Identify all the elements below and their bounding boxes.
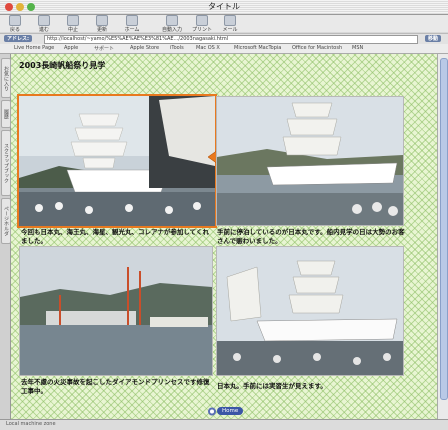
back-arrow-icon (9, 15, 21, 26)
photo-frame-1 (17, 94, 217, 228)
photo-caption-4: 日本丸。手前には実習生が見えます。 (217, 382, 327, 390)
tab-favorites[interactable]: お気に入り (1, 58, 11, 98)
sailing-ship-photo-1[interactable] (19, 96, 215, 226)
window-title: タイトル (208, 2, 240, 11)
favorite-link[interactable]: Apple Store (130, 45, 159, 51)
forward-arrow-icon (38, 15, 50, 26)
status-text: Local machine zone (6, 421, 56, 427)
favorite-link[interactable]: iTools (170, 45, 184, 51)
favorites-bar: Live Home Page Apple サポート Apple Store iT… (0, 44, 448, 54)
favorite-link[interactable]: Mac OS X (196, 45, 220, 51)
favorite-link[interactable]: Office for Macintosh (292, 45, 342, 51)
photo-caption-1: 今回も日本丸、海王丸、海星、観光丸、コレアナが参加してくれました。 (21, 228, 209, 245)
favorite-link[interactable]: Microsoft MacTopia (234, 45, 281, 51)
favorite-link[interactable]: Live Home Page (14, 45, 54, 51)
mail-button[interactable]: メール (218, 15, 242, 33)
photo-caption-2: 手前に停泊しているのが日本丸です。船内見学の日は大勢のお客さんで賑わいました。 (217, 228, 405, 245)
photo-caption-3: 去年不慮の火災事故を起こしたダイアモンドプリンセスです修復工事中。 (21, 378, 210, 395)
status-bar: Local machine zone (0, 419, 448, 430)
url-input[interactable]: http://localhost/~yamo/%E5%AE%AE%E3%81%A… (44, 35, 418, 44)
title-bar: タイトル (0, 0, 448, 15)
favorite-link[interactable]: Apple (64, 45, 78, 51)
photo-frame-3 (19, 246, 213, 376)
back-button[interactable]: 戻る (3, 15, 27, 33)
refresh-button[interactable]: 更新 (90, 15, 114, 33)
sailing-ship-photo-3[interactable] (217, 247, 403, 375)
print-icon (196, 15, 208, 26)
photo-frame-2 (216, 96, 404, 226)
tab-page-holder[interactable]: ページホルダ (1, 198, 11, 244)
forward-button[interactable]: 進む (32, 15, 56, 33)
go-button[interactable]: 移動 (425, 35, 442, 42)
favorite-link[interactable]: サポート (94, 45, 114, 52)
home-link-button[interactable]: Home (207, 407, 247, 416)
tab-history[interactable]: 履歴 (1, 100, 11, 128)
mail-icon (224, 15, 236, 26)
photo-frame-4 (216, 246, 404, 376)
sailing-ship-photo-2[interactable] (217, 97, 403, 225)
vertical-scrollbar[interactable] (437, 54, 448, 419)
home-mascot-icon (208, 407, 216, 416)
page-title: 2003長崎帆船祭り見学 (19, 61, 106, 70)
favorite-link[interactable]: MSN (352, 45, 363, 51)
stop-button[interactable]: 中止 (61, 15, 85, 33)
autofill-icon (166, 15, 178, 26)
page-content: 2003長崎帆船祭り見学 今回も日本丸、海王丸、海星、観光丸、コレアナが参加して… (11, 54, 437, 419)
home-button[interactable]: ホーム (120, 15, 144, 33)
home-link-label: Home (217, 407, 244, 415)
print-button[interactable]: プリント (188, 15, 216, 33)
address-bar: アドレス: http://localhost/~yamo/%E5%AE%AE%E… (0, 33, 448, 44)
tab-scrapbook[interactable]: スクラップブック (1, 130, 11, 196)
scrollbar-thumb[interactable] (440, 58, 448, 400)
refresh-icon (96, 15, 108, 26)
shipyard-photo[interactable] (20, 247, 212, 375)
address-label: アドレス: (4, 35, 32, 42)
autofill-button[interactable]: 自動入力 (157, 15, 187, 33)
stop-icon (67, 15, 79, 26)
home-icon (126, 15, 138, 26)
browser-toolbar: 戻る 進む 中止 更新 ホーム 自動入力 プリント メール (0, 15, 448, 33)
explorer-side-tabs: お気に入り 履歴 スクラップブック ページホルダ (0, 54, 11, 419)
